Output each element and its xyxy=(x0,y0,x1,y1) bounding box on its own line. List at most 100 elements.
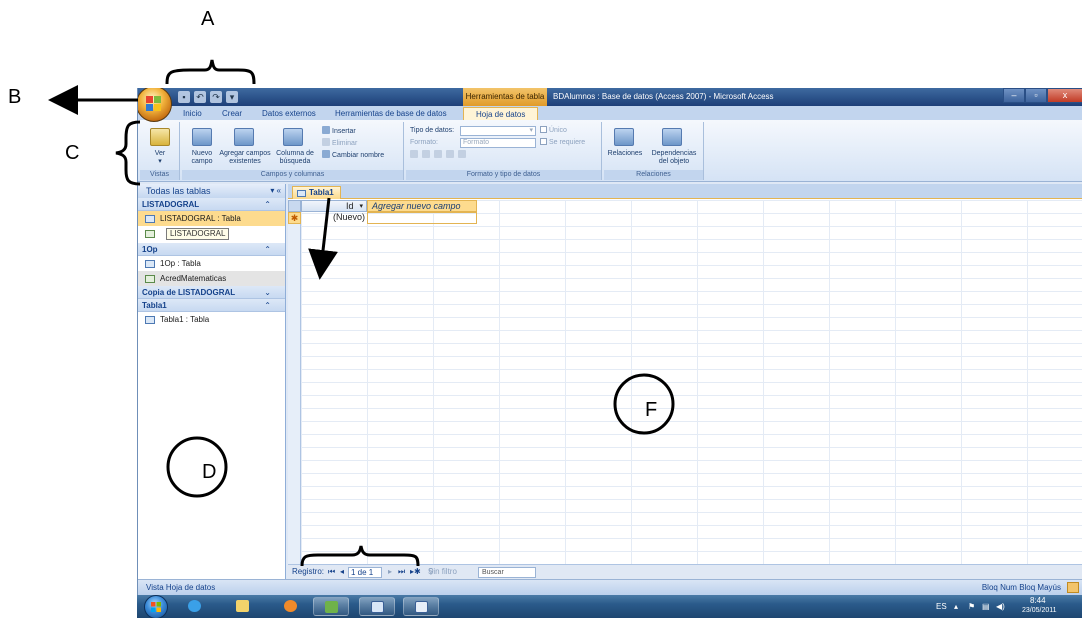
annotation-brace-a xyxy=(165,59,256,85)
table-icon xyxy=(145,260,155,268)
annotation-c: C xyxy=(65,142,80,164)
thousands-icon[interactable] xyxy=(433,150,442,158)
decrease-decimals-icon[interactable] xyxy=(457,150,466,158)
group-label-campos: Campos y columnas xyxy=(182,170,403,180)
new-record-id-cell[interactable]: (Nuevo) xyxy=(301,212,367,224)
increase-decimals-icon[interactable] xyxy=(445,150,454,158)
currency-icon[interactable] xyxy=(410,150,418,158)
taskbar-media-player[interactable] xyxy=(273,597,309,616)
folder-icon xyxy=(236,600,249,612)
search-input[interactable]: Buscar xyxy=(478,567,536,578)
number-format-buttons[interactable] xyxy=(410,150,468,161)
taskbar-ie[interactable] xyxy=(177,597,213,616)
query-icon xyxy=(145,230,155,238)
first-record-button[interactable]: ⏮ xyxy=(328,565,335,579)
nav-pane-header[interactable]: Todas las tablas ▾ « xyxy=(138,184,285,198)
datasheet-view-icon[interactable] xyxy=(1067,582,1079,593)
redo-icon[interactable]: ↷ xyxy=(210,91,222,103)
lookup-column-button[interactable]: Columna de búsqueda xyxy=(273,150,317,166)
nav-item-acredmatematicas[interactable]: AcredMatematicas xyxy=(138,271,285,286)
tab-herramientas-bd[interactable]: Herramientas de base de datos xyxy=(335,107,447,120)
lookup-column-icon[interactable] xyxy=(283,128,303,146)
object-dependencies-icon[interactable] xyxy=(662,128,682,146)
new-record-button[interactable]: ▸✱ xyxy=(410,565,421,579)
unique-checkbox[interactable]: Único xyxy=(540,126,567,136)
nav-pane-title: Todas las tablas xyxy=(146,186,211,196)
rename-column-label: Cambiar nombre xyxy=(332,152,385,159)
taskbar-access[interactable] xyxy=(403,597,439,616)
clock-date[interactable]: 23/05/2011 xyxy=(1022,607,1057,614)
object-dependencies-button[interactable]: Dependencias del objeto xyxy=(646,150,702,166)
undo-icon[interactable]: ↶ xyxy=(194,91,206,103)
tab-inicio[interactable]: Inicio xyxy=(183,107,202,120)
existing-fields-button[interactable]: Agregar campos existentes xyxy=(216,150,274,166)
tray-expand-icon[interactable]: ▴ xyxy=(954,602,958,611)
new-record-selector[interactable]: ✱ xyxy=(288,212,301,224)
tab-datos-externos[interactable]: Datos externos xyxy=(262,107,316,120)
table-icon xyxy=(145,316,155,324)
volume-icon[interactable]: ◀) xyxy=(996,602,1005,611)
nav-group-1op[interactable]: 1Op ⌃ xyxy=(138,243,285,256)
relationships-icon[interactable] xyxy=(614,128,634,146)
last-record-button[interactable]: ⏭ xyxy=(398,565,405,579)
column-header-id[interactable]: Id ▾ xyxy=(301,200,367,212)
record-selector-column[interactable] xyxy=(288,200,301,564)
chevron-up-icon: ⌃ xyxy=(264,301,271,310)
nav-group-listadogral[interactable]: LISTADOGRAL ⌃ xyxy=(138,198,285,211)
tab-crear[interactable]: Crear xyxy=(222,107,242,120)
start-button[interactable] xyxy=(144,595,168,618)
nav-pane-controls[interactable]: ▾ « xyxy=(270,184,281,198)
minimize-button[interactable]: – xyxy=(1003,88,1025,103)
format-combo[interactable]: Formato xyxy=(460,138,536,148)
record-position-field[interactable]: 1 de 1 xyxy=(348,567,383,578)
required-checkbox[interactable]: Se requiere xyxy=(540,138,585,148)
customize-icon[interactable]: ▾ xyxy=(226,91,238,103)
data-type-label: Tipo de datos: xyxy=(410,127,455,134)
relationships-button[interactable]: Relaciones xyxy=(604,150,646,158)
prev-record-button[interactable]: ◂ xyxy=(340,565,344,579)
taskbar-app-5[interactable] xyxy=(359,597,395,616)
nav-group-tabla1[interactable]: Tabla1 ⌃ xyxy=(138,299,285,312)
network-icon[interactable]: ▤ xyxy=(982,602,990,611)
tab-hoja-de-datos[interactable]: Hoja de datos xyxy=(463,107,539,120)
column-header-add-field[interactable]: Agregar nuevo campo xyxy=(367,200,477,212)
datasheet-grid[interactable] xyxy=(288,200,1082,564)
rename-column-button[interactable]: Cambiar nombre xyxy=(322,150,384,161)
nav-item-listadogral-tabla[interactable]: LISTADOGRAL : Tabla xyxy=(138,211,285,226)
app-icon xyxy=(325,601,338,613)
access-icon xyxy=(415,601,428,613)
close-button[interactable]: x xyxy=(1047,88,1082,103)
data-type-combo[interactable]: ▾ xyxy=(460,126,536,136)
taskbar-app-4[interactable] xyxy=(313,597,349,616)
next-record-button[interactable]: ▸ xyxy=(388,565,392,579)
document-tab-tabla1[interactable]: Tabla1 xyxy=(292,186,341,199)
existing-fields-icon[interactable] xyxy=(234,128,254,146)
view-button[interactable]: Ver xyxy=(140,150,180,158)
nav-item-tabla1-tabla[interactable]: Tabla1 : Tabla xyxy=(138,312,285,327)
flag-icon[interactable]: ⚑ xyxy=(968,602,975,611)
required-check-box[interactable] xyxy=(540,138,547,145)
save-icon[interactable]: ▪ xyxy=(178,91,190,103)
select-all-cell[interactable] xyxy=(288,200,301,212)
unique-check-box[interactable] xyxy=(540,126,547,133)
view-icon[interactable] xyxy=(150,128,170,146)
insert-column-button[interactable]: Insertar xyxy=(322,126,356,137)
maximize-button[interactable]: ▫ xyxy=(1025,88,1047,103)
status-bar: Vista Hoja de datos Bloq Num Bloq Mayús xyxy=(138,579,1082,595)
new-field-icon[interactable] xyxy=(192,128,212,146)
new-record-field-cell[interactable] xyxy=(367,212,477,224)
nav-item-1op-tabla[interactable]: 1Op : Tabla xyxy=(138,256,285,271)
nav-group-label: 1Op xyxy=(142,245,158,254)
window-controls: – ▫ x xyxy=(1003,88,1082,104)
contextual-tab-title: Herramientas de tabla xyxy=(463,88,547,106)
language-indicator[interactable]: ES xyxy=(936,602,947,611)
title-bar[interactable]: ▪ ↶ ↷ ▾ Herramientas de tabla BDAlumnos … xyxy=(138,88,1082,106)
delete-column-button[interactable]: Eliminar xyxy=(322,138,357,149)
table-icon xyxy=(297,190,306,197)
view-dropdown-icon[interactable]: ▾ xyxy=(140,158,180,166)
navigation-pane: Todas las tablas ▾ « LISTADOGRAL ⌃ LISTAD… xyxy=(138,184,286,579)
clock-time[interactable]: 8:44 xyxy=(1030,596,1046,605)
taskbar-explorer[interactable] xyxy=(225,597,261,616)
percent-icon[interactable] xyxy=(421,150,430,158)
nav-group-copia-listadogral[interactable]: Copia de LISTADOGRAL ⌄ xyxy=(138,286,285,299)
